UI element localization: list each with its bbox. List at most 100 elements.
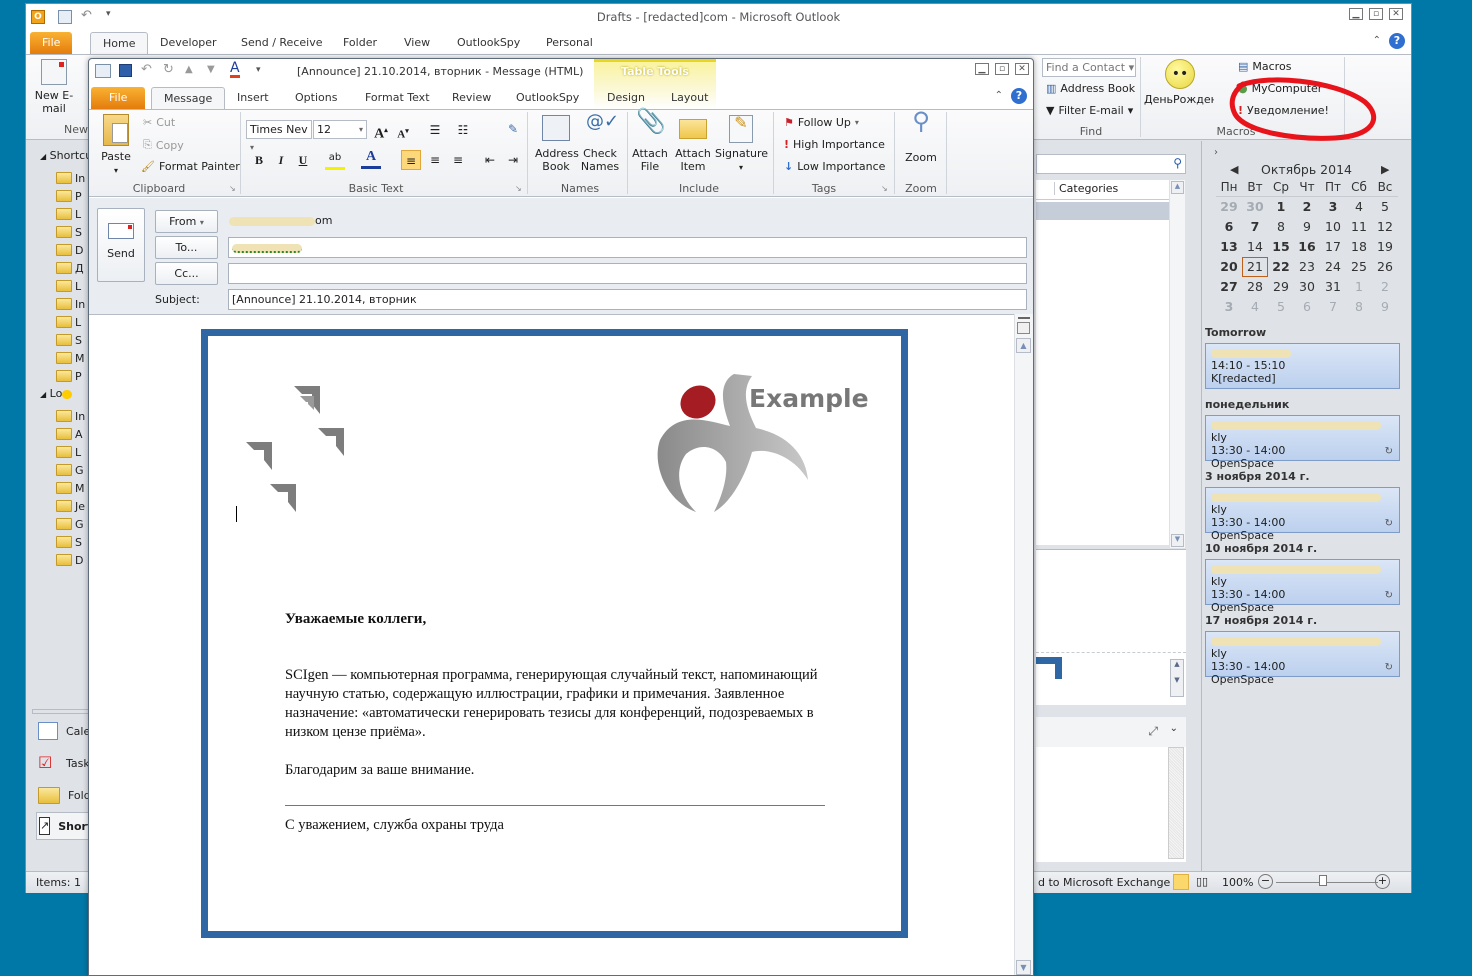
tab-message[interactable]: Message: [151, 87, 226, 109]
zoom-slider-thumb[interactable]: [1319, 875, 1327, 886]
tab-design[interactable]: Design: [595, 87, 657, 109]
bold-button[interactable]: B: [249, 150, 269, 170]
nav-tasks[interactable]: ☑Tasks: [38, 749, 88, 777]
calendar-day[interactable]: 7: [1320, 297, 1346, 317]
nav-folder-item[interactable]: M: [56, 349, 85, 367]
nav-folder-item[interactable]: G: [56, 461, 84, 479]
calendar-day[interactable]: 22: [1268, 257, 1294, 277]
close-icon[interactable]: ✕: [1389, 8, 1403, 20]
calendar-day[interactable]: 3: [1216, 297, 1242, 317]
dialog-launcher-icon[interactable]: ↘: [515, 184, 522, 193]
calendar-day[interactable]: 9: [1372, 297, 1398, 317]
calendar-day[interactable]: 3: [1320, 197, 1346, 217]
maximize-icon[interactable]: ▫: [1369, 8, 1383, 20]
calendar-day[interactable]: 4: [1242, 297, 1268, 317]
nav-folder-item[interactable]: S: [56, 331, 82, 349]
scroll-down-icon[interactable]: ▼: [1171, 534, 1184, 547]
help-icon[interactable]: ?: [1389, 33, 1405, 49]
filter-email-button[interactable]: ▼ Filter E-mail ▾: [1046, 104, 1133, 117]
find-contact-input[interactable]: Find a Contact ▾: [1042, 58, 1136, 77]
nav-folder-item[interactable]: S: [56, 223, 82, 241]
dialog-launcher-icon[interactable]: ↘: [229, 184, 236, 193]
calendar-day[interactable]: 12: [1372, 217, 1398, 237]
calendar-day[interactable]: 6: [1216, 217, 1242, 237]
nav-folder-list[interactable]: Folder List: [38, 781, 88, 809]
nav-folder-item[interactable]: D: [56, 551, 83, 569]
zoom-button[interactable]: ⚲ Zoom: [901, 109, 941, 164]
cut-button[interactable]: ✂ Cut: [143, 116, 175, 129]
calendar-day[interactable]: 27: [1216, 277, 1242, 297]
nav-folder-item[interactable]: D: [56, 241, 83, 259]
dialog-launcher-icon[interactable]: ↘: [881, 184, 888, 193]
column-categories[interactable]: Categories: [1054, 182, 1118, 195]
highlight-button[interactable]: ab: [325, 150, 345, 170]
calendar-day[interactable]: 24: [1320, 257, 1346, 277]
align-right-button[interactable]: ≡: [448, 150, 468, 170]
todo-expand-icon[interactable]: ›: [1214, 147, 1218, 158]
nav-folder-item[interactable]: In: [56, 407, 85, 425]
previous-item-icon[interactable]: ▲: [185, 64, 193, 75]
nav-splitter[interactable]: [32, 709, 88, 714]
nav-shortcuts[interactable]: ↗Shortcuts: [36, 812, 88, 840]
copy-button[interactable]: ⎘ Copy: [143, 138, 184, 152]
collapse-ribbon-icon[interactable]: ⌃: [1373, 35, 1381, 46]
decrease-indent-button[interactable]: ⇤: [480, 150, 500, 170]
scroll-up-icon[interactable]: ▲: [1016, 338, 1031, 353]
high-importance-button[interactable]: ! High Importance: [784, 138, 885, 151]
tab-personal[interactable]: Personal: [534, 32, 605, 54]
close-icon[interactable]: ✕: [1015, 63, 1029, 75]
redo-icon[interactable]: ↻: [163, 62, 174, 77]
tab-outlookspy[interactable]: OutlookSpy: [445, 32, 532, 54]
tab-options[interactable]: Options: [283, 87, 349, 109]
calendar-day[interactable]: 5: [1268, 297, 1294, 317]
next-item-icon[interactable]: ▼: [207, 64, 215, 75]
scroll-up-icon[interactable]: ▲: [1171, 181, 1184, 194]
list-scrollbar[interactable]: ▲ ▼: [1169, 180, 1185, 548]
nav-folder-item[interactable]: Je: [56, 497, 85, 515]
calendar-day[interactable]: 26: [1372, 257, 1398, 277]
zoom-in-button[interactable]: +: [1375, 874, 1390, 889]
minimize-icon[interactable]: ▁: [975, 63, 989, 75]
account-header[interactable]: ◢ Lo: [40, 387, 73, 400]
tab-review[interactable]: Review: [440, 87, 503, 109]
help-icon[interactable]: ?: [1011, 88, 1027, 104]
calendar-day[interactable]: 2: [1372, 277, 1398, 297]
calendar-day[interactable]: 30: [1242, 197, 1268, 217]
numbering-button[interactable]: ☷: [453, 120, 473, 140]
calendar-day[interactable]: 2: [1294, 197, 1320, 217]
bullets-button[interactable]: ☰: [425, 120, 445, 140]
increase-indent-button[interactable]: ⇥: [503, 150, 523, 170]
tab-layout[interactable]: Layout: [659, 87, 720, 109]
people-pane-scrollbar[interactable]: [1168, 747, 1184, 859]
grow-font-button[interactable]: A▴: [371, 120, 391, 142]
align-center-button[interactable]: ≡: [425, 150, 445, 170]
calendar-day[interactable]: 6: [1294, 297, 1320, 317]
calendar-day[interactable]: 4: [1346, 197, 1372, 217]
cc-button[interactable]: Cc...: [155, 262, 218, 285]
save-icon[interactable]: [119, 64, 132, 77]
attach-file-button[interactable]: 📎 Attach File: [631, 109, 669, 173]
collapse-ribbon-icon[interactable]: ⌃: [995, 90, 1003, 101]
font-color-qat-icon[interactable]: A: [230, 61, 240, 78]
to-field[interactable]: [228, 237, 1027, 258]
shrink-font-button[interactable]: A▾: [393, 121, 413, 141]
maximize-icon[interactable]: ▫: [995, 63, 1009, 75]
undo-icon[interactable]: ↶: [141, 62, 152, 77]
styles-icon[interactable]: ✎: [503, 119, 523, 139]
calendar-day[interactable]: 19: [1372, 237, 1398, 257]
next-month-icon[interactable]: ▶: [1381, 163, 1389, 176]
calendar-day[interactable]: 20: [1216, 257, 1242, 277]
calendar-day[interactable]: 14: [1242, 237, 1268, 257]
signature-button[interactable]: ✎ Signature ▾: [715, 115, 768, 174]
nav-folder-item[interactable]: Д: [56, 259, 84, 277]
tab-folder[interactable]: Folder: [331, 32, 389, 54]
nav-folder-item[interactable]: A: [56, 425, 83, 443]
nav-folder-item[interactable]: S: [56, 533, 82, 551]
tab-outlookspy[interactable]: OutlookSpy: [504, 87, 591, 109]
expand-icon[interactable]: ⤢: [1148, 724, 1158, 739]
calendar-day[interactable]: 5: [1372, 197, 1398, 217]
nav-folder-item[interactable]: L: [56, 205, 81, 223]
shortcuts-header[interactable]: ◢ Shortcuts: [40, 149, 88, 162]
calendar-day[interactable]: 31: [1320, 277, 1346, 297]
nav-folder-item[interactable]: P: [56, 367, 82, 385]
